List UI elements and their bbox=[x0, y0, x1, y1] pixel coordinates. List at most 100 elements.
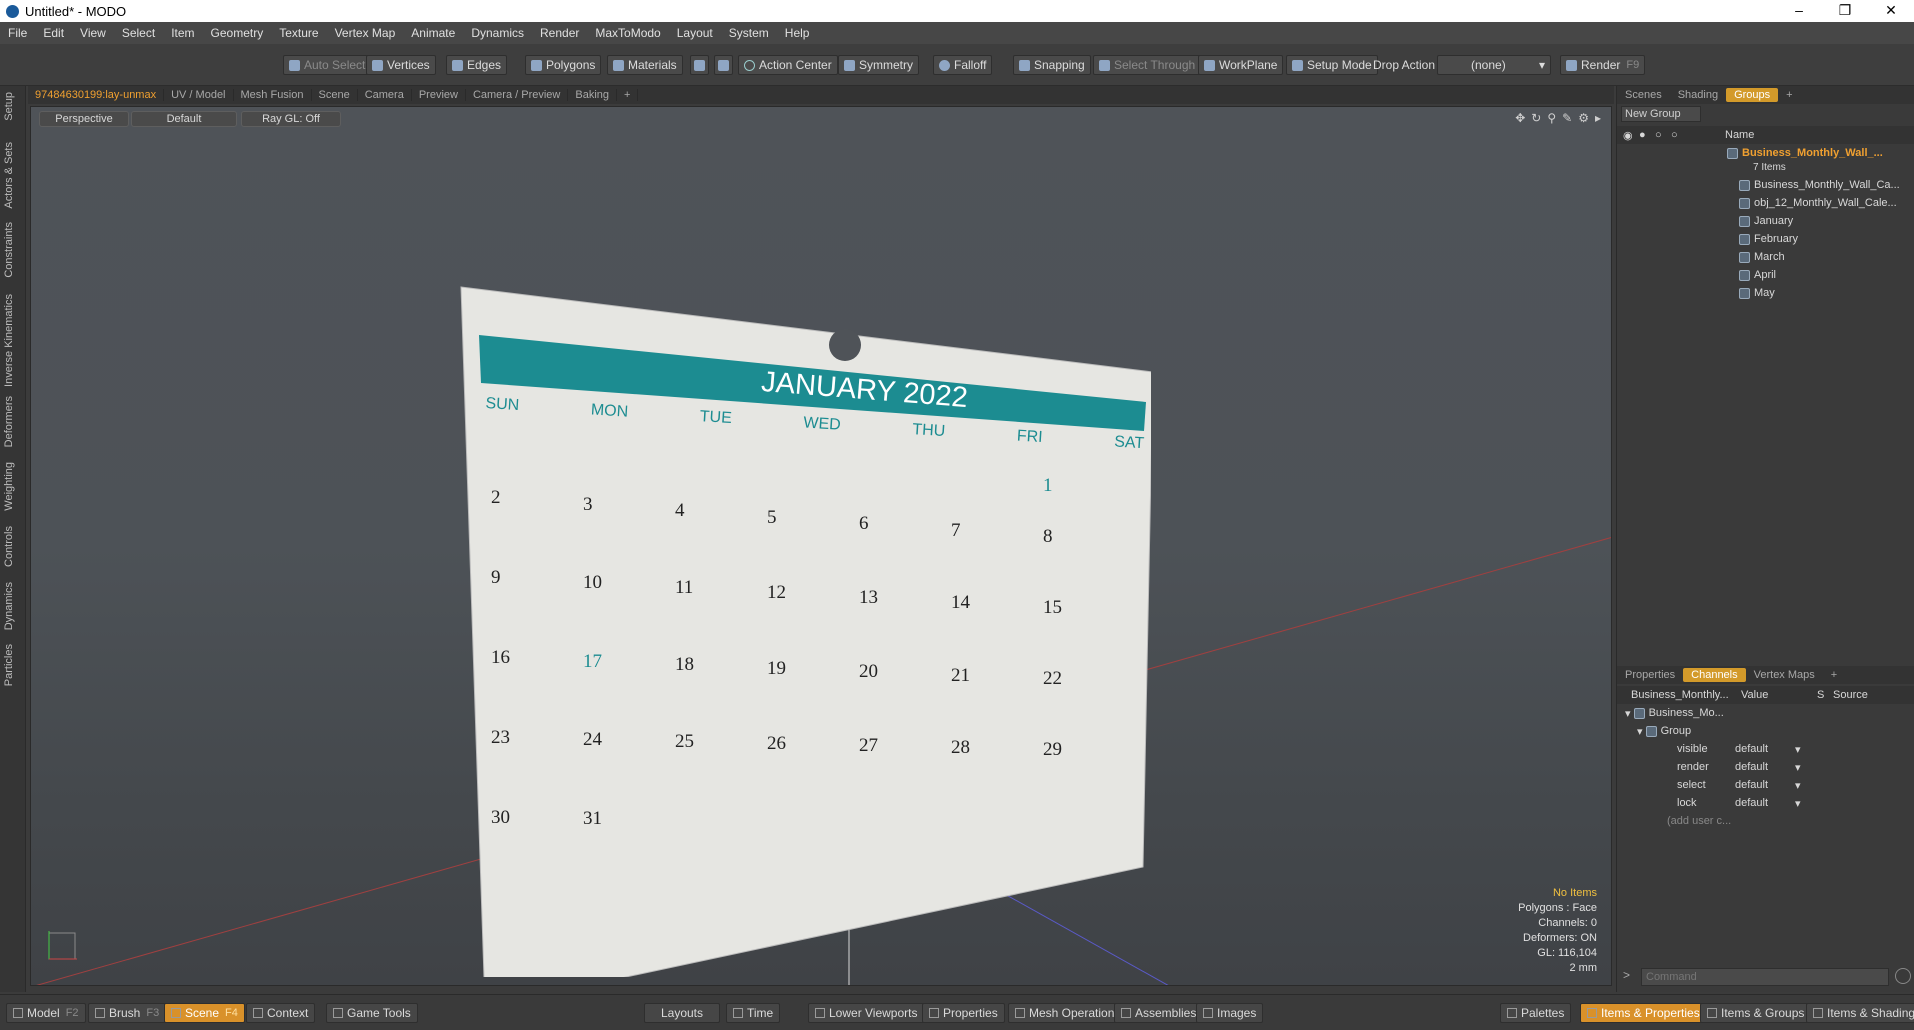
tab-weighting[interactable]: Weighting bbox=[3, 462, 15, 511]
menu-vertex-map[interactable]: Vertex Map bbox=[327, 26, 404, 40]
group-item[interactable]: obj_12_Monthly_Wall_Cale... bbox=[1617, 194, 1914, 212]
tab-preview[interactable]: Preview bbox=[412, 89, 466, 101]
group-item[interactable]: January bbox=[1617, 212, 1914, 230]
workplane-button[interactable]: WorkPlane bbox=[1198, 55, 1284, 75]
group-item[interactable]: Business_Monthly_Wall_Ca... bbox=[1617, 176, 1914, 194]
menu-maxtomodo[interactable]: MaxToModo bbox=[587, 26, 668, 40]
eye-icon[interactable]: ◉ bbox=[1623, 129, 1639, 142]
group-item[interactable]: March bbox=[1617, 248, 1914, 266]
tab-uv-model[interactable]: UV / Model bbox=[164, 89, 234, 101]
tab-vertex-maps[interactable]: Vertex Maps bbox=[1746, 669, 1823, 681]
group-item[interactable]: February bbox=[1617, 230, 1914, 248]
layouts-button[interactable]: Layouts bbox=[644, 1003, 720, 1023]
tab-layout[interactable]: 97484630199:lay-unmax bbox=[28, 89, 165, 101]
images-button[interactable]: Images bbox=[1196, 1003, 1264, 1023]
tab-setup[interactable]: Setup bbox=[3, 92, 15, 121]
minimize-icon[interactable]: – bbox=[1776, 0, 1822, 22]
tab-shading[interactable]: Shading bbox=[1670, 89, 1726, 101]
menu-select[interactable]: Select bbox=[114, 26, 163, 40]
layout-scene-button[interactable]: Scene F4 bbox=[164, 1003, 245, 1023]
menu-edit[interactable]: Edit bbox=[35, 26, 72, 40]
component-mode-button[interactable] bbox=[690, 55, 709, 75]
render-toggle-icon[interactable]: ● bbox=[1639, 129, 1655, 141]
items-groups-button[interactable]: Items & Groups bbox=[1700, 1003, 1812, 1023]
tab-particles[interactable]: Particles bbox=[3, 644, 15, 686]
tab-channels[interactable]: Channels bbox=[1683, 668, 1746, 682]
select-through-button[interactable]: Select Through bbox=[1093, 55, 1202, 75]
menu-geometry[interactable]: Geometry bbox=[203, 26, 272, 40]
channel-root[interactable]: ▾ Business_Mo... bbox=[1617, 704, 1914, 722]
palettes-button[interactable]: Palettes bbox=[1500, 1003, 1572, 1023]
menu-render[interactable]: Render bbox=[532, 26, 587, 40]
edges-button[interactable]: Edges bbox=[446, 55, 508, 75]
items-shading-button[interactable]: Items & Shading bbox=[1806, 1003, 1914, 1023]
falloff-button[interactable]: Falloff bbox=[933, 55, 993, 75]
menu-layout[interactable]: Layout bbox=[669, 26, 721, 40]
menu-file[interactable]: File bbox=[0, 26, 35, 40]
properties-button[interactable]: Properties bbox=[922, 1003, 1005, 1023]
materials-button[interactable]: Materials bbox=[607, 55, 683, 75]
lock-toggle-icon[interactable]: ○ bbox=[1671, 129, 1687, 141]
drop-action-select[interactable]: (none) ▾ bbox=[1437, 55, 1551, 75]
tab-dynamics[interactable]: Dynamics bbox=[3, 582, 15, 630]
group-item[interactable]: April bbox=[1617, 266, 1914, 284]
vertices-button[interactable]: Vertices bbox=[366, 55, 436, 75]
add-user-channel[interactable]: (add user c... bbox=[1617, 812, 1914, 830]
group-item[interactable]: May bbox=[1617, 284, 1914, 302]
render-button[interactable]: Render F9 bbox=[1560, 55, 1646, 75]
time-button[interactable]: Time bbox=[726, 1003, 781, 1023]
polygons-button[interactable]: Polygons bbox=[525, 55, 602, 75]
setup-mode-button[interactable]: Setup Mode bbox=[1286, 55, 1378, 75]
layout-context-button[interactable]: Context bbox=[246, 1003, 316, 1023]
tab-controls[interactable]: Controls bbox=[3, 526, 15, 567]
add-tab-button[interactable]: + bbox=[617, 89, 639, 101]
snapping-button[interactable]: Snapping bbox=[1013, 55, 1091, 75]
chevron-down-icon[interactable]: ▾ bbox=[1795, 779, 1801, 792]
channel-row[interactable]: visible default ▾ bbox=[1617, 740, 1914, 758]
assemblies-button[interactable]: Assemblies bbox=[1114, 1003, 1204, 1023]
menu-texture[interactable]: Texture bbox=[271, 26, 326, 40]
tab-groups[interactable]: Groups bbox=[1726, 88, 1779, 102]
items-properties-button[interactable]: Items & Properties bbox=[1580, 1003, 1707, 1023]
select-toggle-icon[interactable]: ○ bbox=[1655, 129, 1671, 141]
action-center-button[interactable]: Action Center bbox=[738, 55, 838, 75]
new-group-button[interactable]: New Group bbox=[1621, 106, 1701, 122]
channel-row[interactable]: select default ▾ bbox=[1617, 776, 1914, 794]
record-icon[interactable] bbox=[1895, 968, 1911, 984]
layout-model-button[interactable]: Model F2 bbox=[6, 1003, 86, 1023]
add-properties-tab[interactable]: + bbox=[1823, 669, 1845, 681]
chevron-down-icon[interactable]: ▾ bbox=[1795, 797, 1801, 810]
symmetry-button[interactable]: Symmetry bbox=[838, 55, 919, 75]
restore-icon[interactable]: ❐ bbox=[1822, 0, 1868, 22]
lower-viewports-button[interactable]: Lower Viewports bbox=[808, 1003, 925, 1023]
command-input[interactable] bbox=[1641, 968, 1889, 986]
menu-animate[interactable]: Animate bbox=[403, 26, 463, 40]
channel-row[interactable]: lock default ▾ bbox=[1617, 794, 1914, 812]
tab-constraints[interactable]: Constraints bbox=[3, 222, 15, 278]
tab-actors-sets[interactable]: Actors & Sets bbox=[3, 142, 15, 209]
layout-brush-button[interactable]: Brush F3 bbox=[88, 1003, 167, 1023]
chevron-down-icon[interactable]: ▾ bbox=[1795, 743, 1801, 756]
tab-mesh-fusion[interactable]: Mesh Fusion bbox=[234, 89, 312, 101]
mesh-operations-button[interactable]: Mesh Operations bbox=[1008, 1003, 1128, 1023]
layout-game-tools-button[interactable]: Game Tools bbox=[326, 1003, 418, 1023]
tab-camera[interactable]: Camera bbox=[358, 89, 412, 101]
tab-inverse-kinematics[interactable]: Inverse Kinematics bbox=[3, 294, 15, 387]
tab-scene[interactable]: Scene bbox=[312, 89, 358, 101]
channel-group[interactable]: ▾ Group bbox=[1617, 722, 1914, 740]
auto-select-button[interactable]: Auto Select bbox=[283, 55, 372, 75]
tab-properties[interactable]: Properties bbox=[1617, 669, 1683, 681]
3d-viewport[interactable]: Perspective Default Ray GL: Off ✥ ↻ ⚲ ✎ … bbox=[30, 106, 1612, 986]
item-mode-button[interactable] bbox=[714, 55, 733, 75]
close-icon[interactable]: ✕ bbox=[1868, 0, 1914, 22]
menu-system[interactable]: System bbox=[721, 26, 777, 40]
tab-camera-preview[interactable]: Camera / Preview bbox=[466, 89, 569, 101]
add-panel-tab[interactable]: + bbox=[1778, 89, 1800, 101]
menu-item[interactable]: Item bbox=[163, 26, 202, 40]
menu-dynamics[interactable]: Dynamics bbox=[463, 26, 532, 40]
channel-row[interactable]: render default ▾ bbox=[1617, 758, 1914, 776]
chevron-down-icon[interactable]: ▾ bbox=[1795, 761, 1801, 774]
tab-scenes[interactable]: Scenes bbox=[1617, 89, 1670, 101]
menu-view[interactable]: View bbox=[72, 26, 114, 40]
menu-help[interactable]: Help bbox=[777, 26, 818, 40]
